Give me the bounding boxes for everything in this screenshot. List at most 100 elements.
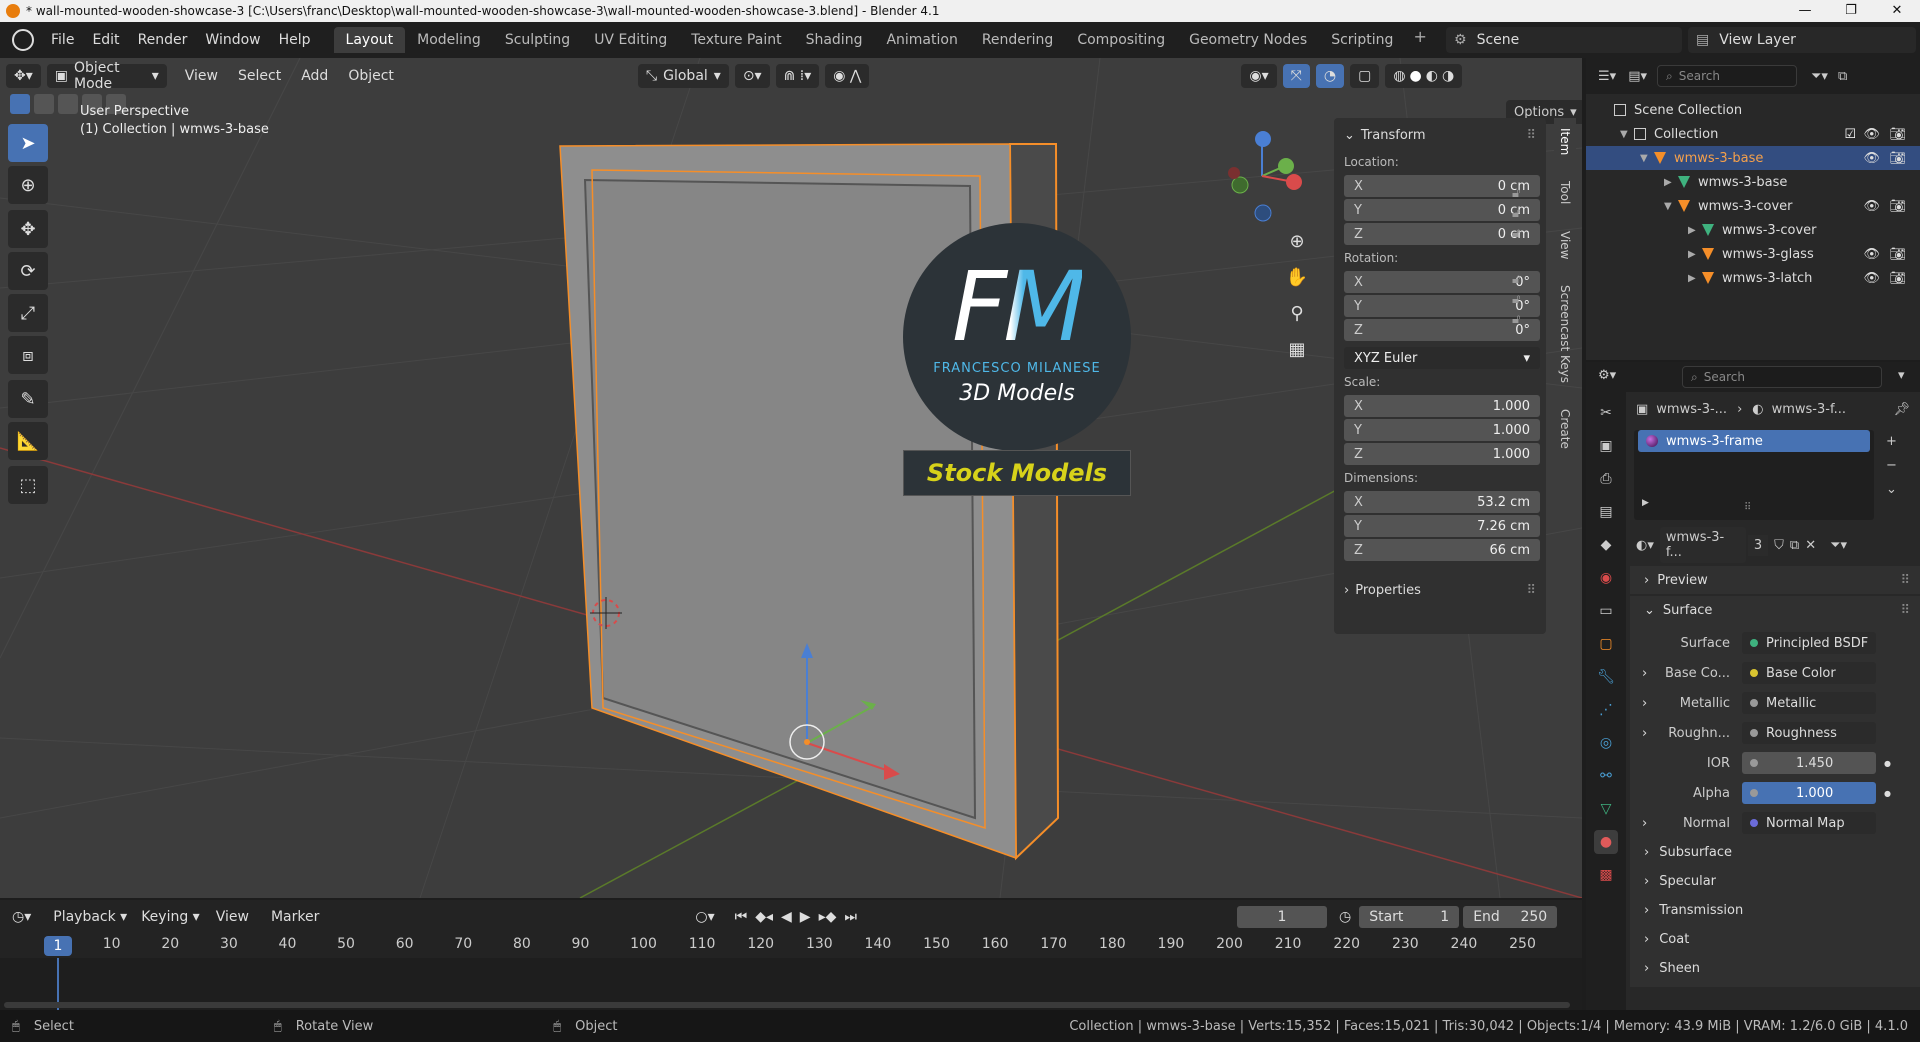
add-cube-tool[interactable]: ⬚ (8, 466, 48, 504)
material-shading-icon[interactable]: ◐ (1426, 68, 1438, 84)
transform-header[interactable]: ⌄ Transform ⠿ (1334, 118, 1546, 149)
keyframe-dot-icon[interactable]: ● (1884, 789, 1891, 798)
chevron-right-icon[interactable]: ▶ (1664, 177, 1678, 188)
chevron-right-icon[interactable]: › (1642, 726, 1647, 741)
outliner-search-input[interactable]: ⌕ Search (1657, 65, 1797, 87)
tab-view[interactable]: View (1554, 221, 1576, 269)
surface-shader-field[interactable]: Principled BSDF (1742, 632, 1876, 654)
grid-view-icon[interactable]: ▦ (1282, 334, 1312, 364)
prev-keyframe-icon[interactable]: ◆◂ (755, 909, 773, 925)
menu-window[interactable]: Window (196, 32, 269, 48)
editor-type-icon[interactable]: ◷▾ (12, 909, 31, 925)
timeline-keyframe-area[interactable] (0, 958, 1582, 1010)
tab-compositing[interactable]: Compositing (1065, 27, 1177, 53)
texture-tab-icon[interactable]: ▩ (1594, 863, 1618, 887)
chevron-right-icon[interactable]: › (1642, 816, 1647, 831)
tab-item[interactable]: Item (1554, 118, 1576, 166)
alpha-field[interactable]: 1.000 (1742, 782, 1876, 804)
tab-create[interactable]: Create (1554, 399, 1576, 459)
lock-icon[interactable]: 🔓︎ (1512, 204, 1520, 224)
lock-icon[interactable]: 🔓︎ (1512, 270, 1520, 290)
duplicate-material-icon[interactable]: ⧉ (1790, 538, 1799, 553)
rotation-z-field[interactable]: Z 0° (1344, 319, 1540, 341)
material-browse-icon[interactable]: ◐▾ (1636, 538, 1654, 553)
modifier-wrench-icon[interactable]: 🔧︎ (1594, 665, 1618, 689)
material-tab-icon[interactable]: ● (1594, 830, 1618, 854)
outliner-row-wmws-3-latch[interactable]: ▶ wmws-3-latch 👁︎ 📷︎ (1586, 266, 1920, 290)
browse-filter-icon[interactable]: ⏷▾ (1830, 538, 1847, 553)
jump-end-icon[interactable]: ⏭ (844, 909, 857, 925)
eye-icon[interactable]: 👁︎ (1863, 127, 1880, 142)
output-tab-icon[interactable]: ⎙ (1594, 467, 1618, 491)
pivot-point-button[interactable]: ⊙▾ (734, 64, 770, 88)
camera-icon[interactable]: 📷︎ (1889, 199, 1906, 214)
roughness-field[interactable]: Roughness (1742, 722, 1876, 744)
metallic-field[interactable]: Metallic (1742, 692, 1876, 714)
drag-handle-icon[interactable]: ⠿ (1526, 128, 1536, 143)
preview-panel-header[interactable]: › Preview ⠿ (1630, 566, 1920, 594)
chevron-down-icon[interactable]: ▾ (1898, 368, 1905, 383)
editor-type-icon[interactable]: ⚙▾ (1598, 368, 1616, 383)
eye-icon[interactable]: 👁︎ (1863, 271, 1880, 286)
data-tab-icon[interactable]: ▽ (1594, 797, 1618, 821)
maximize-button[interactable]: ❐ (1828, 0, 1874, 22)
tab-texture-paint[interactable]: Texture Paint (679, 27, 793, 53)
camera-icon[interactable]: 📷︎ (1889, 247, 1906, 262)
keying-menu[interactable]: Keying ▾ (141, 909, 200, 925)
outliner-row-wmws-3-cover-mesh[interactable]: ▶ wmws-3-cover (1586, 218, 1920, 242)
render-tab-icon[interactable]: ▣ (1594, 434, 1618, 458)
chevron-down-icon[interactable]: ▼ (1640, 153, 1654, 164)
chevron-down-icon[interactable]: ▼ (1664, 201, 1678, 212)
subsurface-subpanel[interactable]: › Subsurface (1630, 838, 1920, 867)
particles-tab-icon[interactable]: ⋰ (1594, 698, 1618, 722)
transform-tool[interactable]: ⧈ (8, 336, 48, 374)
tab-screencast-keys[interactable]: Screencast Keys (1554, 275, 1576, 393)
jump-start-icon[interactable]: ⏮ (735, 909, 748, 925)
surface-panel-header[interactable]: ⌄ Surface ⠿ (1630, 596, 1920, 624)
camera-icon[interactable]: ⚲ (1282, 298, 1312, 328)
view-layer-selector[interactable]: ▤ View Layer (1688, 27, 1916, 53)
timeline-scrollbar[interactable] (4, 1002, 1570, 1008)
menu-file[interactable]: File (42, 32, 83, 48)
rotate-tool[interactable]: ⟳ (8, 252, 48, 290)
current-frame-field[interactable]: 1 (1236, 906, 1327, 928)
lock-icon[interactable]: 🔓︎ (1512, 310, 1520, 330)
viewport-menu-view[interactable]: View (175, 68, 228, 84)
play-reverse-icon[interactable]: ◀ (781, 909, 792, 925)
add-workspace-button[interactable]: + (1405, 27, 1434, 53)
lock-icon[interactable]: 🔓︎ (1512, 290, 1520, 310)
gizmo-toggle[interactable]: ⤧ (1282, 64, 1310, 88)
close-button[interactable]: ✕ (1874, 0, 1920, 22)
tab-tool[interactable]: Tool (1554, 171, 1576, 214)
outliner-row-wmws-3-base[interactable]: ▼ wmws-3-base 👁︎ 📷︎ (1586, 146, 1920, 170)
hand-pan-icon[interactable]: ✋ (1282, 262, 1312, 292)
3d-viewport[interactable]: ✥▾ ▣ Object Mode ▾ View Select Add Objec… (0, 58, 1582, 898)
lock-icon[interactable]: 🔓︎ (1512, 224, 1520, 244)
play-icon[interactable]: ▶ (800, 909, 811, 925)
chevron-right-icon[interactable]: ▶ (1688, 273, 1702, 284)
collection-tab-icon[interactable]: ▭ (1594, 599, 1618, 623)
tab-geometry-nodes[interactable]: Geometry Nodes (1177, 27, 1319, 53)
timeline-view-menu[interactable]: View (216, 909, 249, 925)
menu-edit[interactable]: Edit (83, 32, 128, 48)
viewport-menu-select[interactable]: Select (228, 68, 291, 84)
eye-icon[interactable]: 👁︎ (1863, 199, 1880, 214)
start-frame-field[interactable]: Start 1 (1359, 906, 1460, 928)
drag-handle-icon[interactable]: ⠿ (1900, 603, 1910, 618)
select-subtract-icon[interactable] (58, 94, 78, 114)
location-z-field[interactable]: Z0 cm (1344, 223, 1540, 245)
location-y-field[interactable]: Y0 cm (1344, 199, 1540, 221)
editor-type-icon[interactable]: ☰▾ (1598, 69, 1616, 84)
ior-field[interactable]: 1.450 (1742, 752, 1876, 774)
select-box-icon[interactable] (10, 94, 30, 114)
end-frame-field[interactable]: End 250 (1463, 906, 1558, 928)
tool-settings-tab-icon[interactable]: ✂ (1594, 401, 1618, 425)
rotation-x-field[interactable]: X 0° (1344, 271, 1540, 293)
scale-x-field[interactable]: X 1.000 (1344, 395, 1540, 417)
tab-layout[interactable]: Layout (333, 27, 406, 53)
minimize-button[interactable]: — (1782, 0, 1828, 22)
cursor-tool[interactable]: ⊕ (8, 166, 48, 204)
outliner-row-wmws-3-cover[interactable]: ▼ wmws-3-cover 👁︎ 📷︎ (1586, 194, 1920, 218)
rotation-y-field[interactable]: Y 0° (1344, 295, 1540, 317)
viewport-menu-object[interactable]: Object (338, 68, 404, 84)
